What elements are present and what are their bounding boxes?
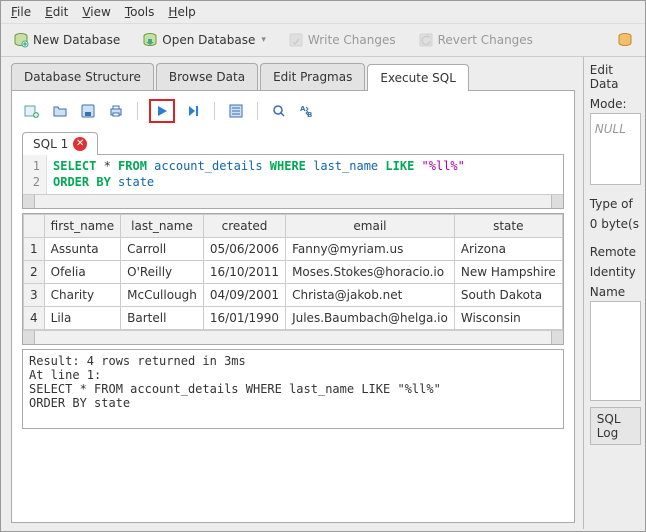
menu-edit[interactable]: Edit bbox=[45, 5, 68, 19]
tab-database-structure[interactable]: Database Structure bbox=[11, 63, 154, 90]
chevron-down-icon[interactable]: ▾ bbox=[261, 35, 266, 45]
sql-tab-1[interactable]: SQL 1 ✕ bbox=[22, 132, 98, 155]
new-sql-tab-icon[interactable] bbox=[22, 101, 42, 121]
find-icon[interactable] bbox=[269, 101, 289, 121]
tab-browse-data[interactable]: Browse Data bbox=[156, 63, 258, 90]
save-results-icon[interactable] bbox=[226, 101, 246, 121]
remote-list[interactable] bbox=[590, 301, 641, 401]
save-sql-icon[interactable] bbox=[78, 101, 98, 121]
menu-file[interactable]: File bbox=[11, 5, 31, 19]
type-label: Type of bbox=[590, 197, 641, 211]
revert-changes-button: Revert Changes bbox=[414, 30, 537, 50]
identity-label: Identity bbox=[590, 265, 641, 279]
editor-gutter: 1 2 bbox=[23, 155, 47, 194]
execute-current-line-icon[interactable] bbox=[183, 101, 203, 121]
menu-tools[interactable]: Tools bbox=[125, 5, 155, 19]
results-header-row: first_name last_name created email state bbox=[24, 215, 563, 238]
col-email[interactable]: email bbox=[286, 215, 455, 238]
table-row[interactable]: 2 Ofelia O'Reilly 16/10/2011 Moses.Stoke… bbox=[24, 261, 563, 284]
table-row[interactable]: 1 Assunta Carroll 05/06/2006 Fanny@myria… bbox=[24, 238, 563, 261]
col-last-name[interactable]: last_name bbox=[121, 215, 204, 238]
editor-code[interactable]: SELECT * FROM account_details WHERE last… bbox=[47, 155, 471, 194]
table-row[interactable]: 4 Lila Bartell 16/01/1990 Jules.Baumbach… bbox=[24, 307, 563, 330]
sql-output-log: Result: 4 rows returned in 3ms At line 1… bbox=[22, 349, 564, 429]
table-row[interactable]: 3 Charity McCullough 04/09/2001 Christa@… bbox=[24, 284, 563, 307]
col-created[interactable]: created bbox=[203, 215, 285, 238]
results-hscroll[interactable] bbox=[23, 330, 563, 344]
open-sql-icon[interactable] bbox=[50, 101, 70, 121]
execute-sql-panel: AB SQL 1 ✕ 1 2 SELECT * FROM bbox=[11, 90, 575, 523]
edit-data-header: Edit Data bbox=[590, 63, 641, 91]
remote-header: Remote bbox=[590, 245, 641, 259]
print-sql-icon[interactable] bbox=[106, 101, 126, 121]
tab-execute-sql[interactable]: Execute SQL bbox=[367, 64, 469, 91]
col-first-name[interactable]: first_name bbox=[44, 215, 120, 238]
new-database-button[interactable]: New Database bbox=[9, 30, 124, 50]
svg-text:A: A bbox=[300, 105, 306, 113]
tab-edit-pragmas[interactable]: Edit Pragmas bbox=[260, 63, 365, 90]
open-database-button[interactable]: Open Database ▾ bbox=[138, 30, 270, 50]
col-state[interactable]: state bbox=[454, 215, 562, 238]
results-grid: first_name last_name created email state… bbox=[22, 213, 564, 345]
editor-hscroll[interactable] bbox=[23, 194, 563, 208]
edit-data-content[interactable]: NULL bbox=[590, 113, 641, 185]
execute-sql-button[interactable] bbox=[149, 99, 175, 123]
sql-toolbar: AB bbox=[12, 91, 574, 131]
main-toolbar: New Database Open Database ▾ Write Chang… bbox=[1, 24, 645, 57]
menu-view[interactable]: View bbox=[82, 5, 110, 19]
name-label: Name bbox=[590, 285, 641, 299]
sql-editor[interactable]: 1 2 SELECT * FROM account_details WHERE … bbox=[22, 154, 564, 209]
right-panel: Edit Data Mode: NULL Type of 0 byte(s Re… bbox=[583, 57, 645, 529]
size-label: 0 byte(s bbox=[590, 217, 641, 231]
main-tab-bar: Database Structure Browse Data Edit Prag… bbox=[1, 57, 583, 90]
sql-log-panel-header[interactable]: SQL Log bbox=[590, 407, 641, 445]
toolbar-extra-button[interactable] bbox=[613, 30, 637, 50]
find-replace-icon[interactable]: AB bbox=[297, 101, 317, 121]
mode-label: Mode: bbox=[590, 97, 641, 111]
menu-help[interactable]: Help bbox=[168, 5, 195, 19]
menu-bar: File Edit View Tools Help bbox=[1, 1, 645, 24]
close-icon[interactable]: ✕ bbox=[73, 137, 87, 151]
sql-tab-bar: SQL 1 ✕ bbox=[12, 131, 574, 154]
write-changes-button: Write Changes bbox=[284, 30, 400, 50]
